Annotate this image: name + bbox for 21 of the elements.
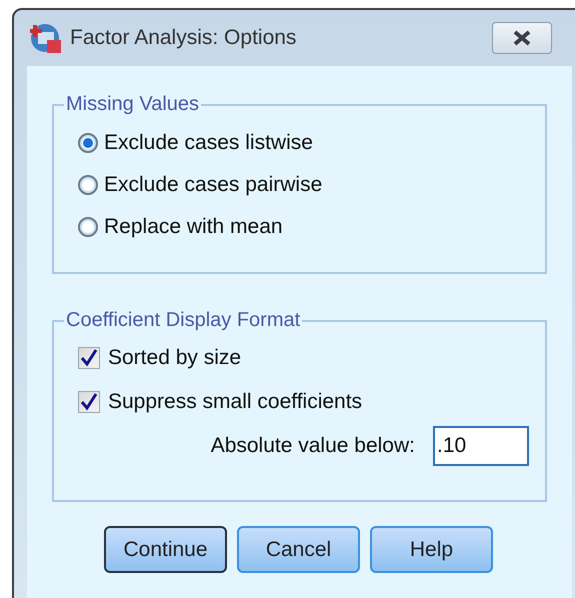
checkbox[interactable] xyxy=(78,347,100,369)
dialog-button[interactable]: Cancel xyxy=(237,526,360,573)
checkmark-icon xyxy=(80,349,98,367)
close-icon xyxy=(512,30,532,46)
threshold-label: Absolute value below: xyxy=(210,433,415,460)
radio-label: Exclude cases pairwise xyxy=(104,172,322,198)
radio-label: Replace with mean xyxy=(104,214,283,240)
dialog-button[interactable]: Help xyxy=(370,526,493,573)
checkmark-icon xyxy=(80,393,98,411)
dialog-button[interactable]: Continue xyxy=(104,526,227,573)
checkbox[interactable] xyxy=(78,391,100,413)
close-button[interactable] xyxy=(492,22,552,54)
checkbox-label: Suppress small coefficients xyxy=(108,389,362,416)
checkbox-label: Sorted by size xyxy=(108,345,242,372)
radio-button[interactable] xyxy=(78,175,98,195)
radio-label: Exclude cases listwise xyxy=(104,130,313,156)
radio-button[interactable] xyxy=(78,133,98,153)
window-title: Factor Analysis: Options xyxy=(70,25,296,52)
app-icon xyxy=(30,22,62,54)
radio-button[interactable] xyxy=(78,217,98,237)
threshold-field[interactable]: .10 xyxy=(433,426,529,466)
